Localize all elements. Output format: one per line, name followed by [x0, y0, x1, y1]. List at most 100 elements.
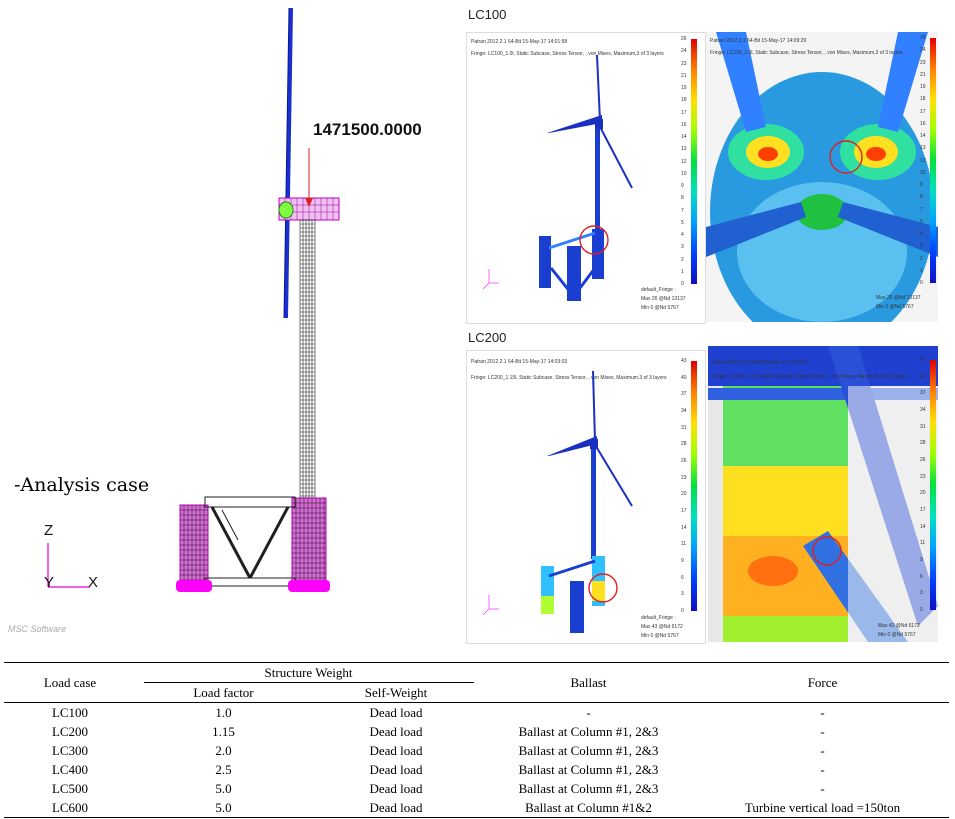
- lc200-zoom-header-line1: Patran 2012.2.1 64-Bit 15-May-17 14:07:3…: [712, 360, 809, 366]
- lc100-zoom-drawing: [706, 32, 938, 322]
- lc200-zoom-header-line2: Fringe: LC200_1.15l, Static Subcase, Str…: [712, 374, 908, 380]
- header-self-weight: Self-Weight: [311, 683, 481, 703]
- scale-tick-label: 12: [920, 157, 926, 164]
- cell-ballast: Ballast at Column #1, 2&3: [518, 724, 659, 739]
- scale-tick-label: 24: [681, 48, 687, 55]
- scale-tick-label: 26: [681, 36, 687, 42]
- cell-load-case: LC500: [51, 781, 89, 796]
- axis-y-label: Y: [44, 574, 55, 591]
- scale-tick-label: 16: [681, 121, 687, 128]
- header-force: Force: [696, 662, 949, 703]
- scale-tick-label: 21: [920, 71, 926, 78]
- tower: [299, 219, 316, 499]
- lc100-global-view: Patran 2012.2.1 64-Bit 15-May-17 14:01:5…: [466, 32, 706, 324]
- cell-self-weight: Dead load: [369, 781, 423, 796]
- axis-x-label: X: [88, 574, 99, 591]
- msc-logo: MSC Software: [8, 624, 67, 634]
- cell-ballast: Ballast at Column #1, 2&3: [518, 743, 659, 758]
- lc100-fringe-title: default_Fringe :: [641, 287, 676, 293]
- scale-tick-label: 31: [920, 423, 926, 430]
- cell-load-factor: 5.0: [136, 798, 311, 818]
- scale-tick-label: 18: [920, 96, 926, 103]
- scale-tick-label: 8: [681, 195, 684, 202]
- axis-z-label: Z: [44, 522, 54, 539]
- scale-tick-label: 3: [920, 590, 923, 597]
- cell-self-weight: Dead load: [369, 724, 423, 739]
- scale-tick-label: 3: [681, 244, 684, 251]
- scale-tick-label: 37: [920, 390, 926, 397]
- lc100-fringe-max: Max 26 @Nd 13137: [641, 296, 686, 302]
- header-load-factor: Load factor: [136, 683, 311, 703]
- scale-tick-label: 2: [681, 256, 684, 263]
- scale-tick-label: 40: [920, 373, 926, 380]
- header-ballast: Ballast: [481, 662, 696, 703]
- lc100-fringe-min: Min 0 @Nd 5767: [641, 305, 679, 311]
- scale-tick-label: 5: [681, 219, 684, 226]
- cell-force: -: [820, 781, 825, 796]
- scale-tick-label: 21: [681, 72, 687, 79]
- scale-tick-label: 19: [681, 85, 687, 91]
- lc100-zoom-color-scale: [930, 38, 936, 283]
- cell-ballast: Ballast at Column #1&2: [481, 798, 696, 818]
- scale-tick-label: 0: [920, 607, 923, 613]
- scale-tick-label: 16: [920, 120, 926, 127]
- cell-load-factor: 2.0: [215, 743, 232, 758]
- scale-tick-label: 8: [920, 194, 923, 201]
- scale-tick-label: 0: [681, 281, 684, 287]
- scale-tick-label: 6: [681, 574, 684, 581]
- scale-tick-label: 23: [681, 60, 687, 67]
- scale-tick-label: 37: [681, 391, 687, 398]
- scale-tick-label: 23: [920, 59, 926, 66]
- scale-tick-label: 14: [681, 134, 687, 140]
- lc200-zoom-fringe-max: Max 43 @Nd 6172: [878, 623, 920, 629]
- scale-tick-label: 31: [681, 424, 687, 431]
- scale-tick-label: 34: [920, 407, 926, 413]
- lc200-turbine-drawing: [482, 370, 633, 633]
- scale-tick-label: 9: [681, 183, 684, 189]
- scale-tick-label: 26: [681, 458, 687, 464]
- cell-force: -: [820, 743, 825, 758]
- lc100-zoom-view: Patran 2012.2.1 64-Bit 15-May-17 14:09:2…: [706, 32, 938, 322]
- scale-tick-label: 7: [920, 206, 923, 213]
- table-row: LC400 2.5 Dead load Ballast at Column #1, 2…: [4, 760, 949, 779]
- scale-tick-label: 17: [920, 108, 926, 115]
- table-row: LC100 1.0 Dead load - -: [4, 703, 949, 723]
- lc200-zoom-color-scale: [930, 360, 936, 610]
- force-value-label: 1471500.0000: [313, 120, 422, 139]
- scale-tick-label: 4: [920, 231, 923, 237]
- scale-tick-label: 1: [681, 268, 684, 275]
- lc100-zoom-fringe-max: Max 26 @Nd 13137: [876, 295, 921, 301]
- lc200-global-view: Patran 2012.2.1 64-Bit 15-May-17 14:03:0…: [466, 350, 706, 644]
- lc200-fringe-min: Min 0 @Nd 5767: [641, 633, 679, 639]
- scale-tick-label: 19: [920, 84, 926, 90]
- scale-tick-label: 28: [681, 441, 687, 448]
- cell-ballast: Ballast at Column #1, 2&3: [518, 762, 659, 777]
- cell-load-factor: 5.0: [215, 781, 232, 796]
- lc100-zoom-header-line2: Fringe: LC100_1.0l, Static Subcase, Stre…: [710, 50, 903, 56]
- scale-tick-label: 2: [920, 255, 923, 262]
- scale-tick-label: 14: [681, 524, 687, 531]
- lc200-color-scale: [691, 361, 697, 611]
- table-row: LC200 1.15 Dead load Ballast at Column #1, …: [4, 722, 949, 741]
- lc100-zoom-fringe-min: Min 0 @Nd 5767: [876, 304, 914, 310]
- scale-tick-label: 23: [920, 473, 926, 480]
- scale-tick-label: 43: [681, 358, 687, 364]
- scale-tick-label: 0: [681, 608, 684, 614]
- lc100-color-scale: [691, 39, 697, 284]
- lc200-zoom-fringe-min: Min 0 @Nd 5767: [878, 632, 916, 638]
- cell-force: -: [820, 705, 825, 720]
- scale-tick-label: 12: [681, 158, 687, 165]
- cell-load-factor: 1.0: [215, 705, 232, 720]
- scale-tick-label: 13: [681, 146, 687, 153]
- scale-tick-label: 17: [920, 507, 926, 513]
- cell-self-weight: Dead load: [311, 798, 481, 818]
- scale-tick-label: 17: [681, 508, 687, 514]
- lc200-zoom-view: Patran 2012.2.1 64-Bit 15-May-17 14:07:3…: [708, 346, 938, 642]
- cell-force: -: [820, 724, 825, 739]
- cell-load-case: LC100: [51, 705, 89, 720]
- lc100-turbine-drawing: [482, 54, 633, 301]
- scale-tick-label: 20: [920, 490, 926, 497]
- scale-tick-label: 3: [681, 591, 684, 598]
- table-row: LC300 2.0 Dead load Ballast at Column #1, 2…: [4, 741, 949, 760]
- cell-self-weight: Dead load: [369, 705, 423, 720]
